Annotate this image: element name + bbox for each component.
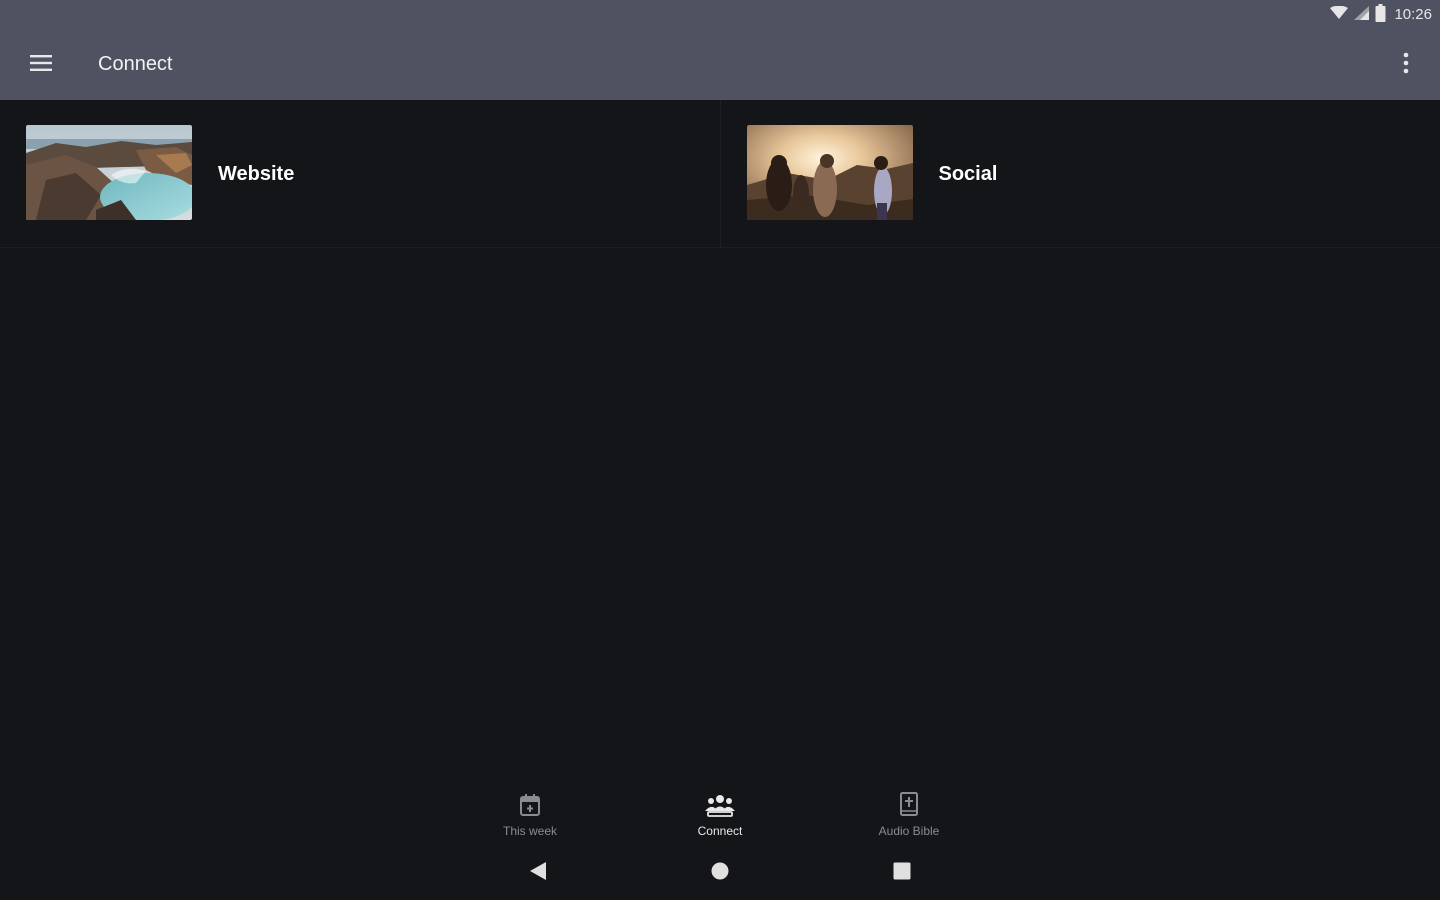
- home-circle-icon: [710, 861, 730, 886]
- status-bar: 10:26: [0, 0, 1440, 30]
- people-group-icon: [705, 790, 735, 820]
- back-button[interactable]: [520, 858, 556, 888]
- top-bar: 10:26 Connect: [0, 0, 1440, 100]
- calendar-icon: [515, 790, 545, 820]
- bottom-navigation: This week Connect Audio Bible: [0, 780, 1440, 850]
- app-bar: Connect: [0, 30, 1440, 100]
- nav-this-week-label: This week: [502, 824, 558, 838]
- home-button[interactable]: [702, 858, 738, 888]
- status-time: 10:26: [1394, 6, 1432, 23]
- menu-button[interactable]: [18, 42, 64, 88]
- hamburger-menu-icon: [30, 54, 52, 77]
- social-thumbnail: [746, 125, 913, 220]
- system-navigation-bar: [0, 850, 1440, 900]
- page-title: Connect: [98, 53, 173, 75]
- battery-icon: [1375, 3, 1386, 27]
- nav-connect-label: Connect: [697, 824, 743, 838]
- nav-audio-bible-label: Audio Bible: [878, 824, 940, 838]
- recents-button[interactable]: [884, 858, 920, 888]
- back-triangle-icon: [529, 861, 547, 886]
- wifi-icon: [1330, 5, 1349, 25]
- website-label: Website: [218, 163, 295, 185]
- bible-icon: [894, 790, 924, 820]
- website-thumbnail: [26, 125, 192, 220]
- social-label: Social: [938, 163, 998, 185]
- status-icons: 10:26: [1330, 3, 1432, 27]
- social-card[interactable]: Social: [720, 100, 1440, 248]
- more-vert-icon: [1403, 52, 1409, 79]
- more-options-button[interactable]: [1388, 42, 1424, 88]
- signal-icon: [1354, 5, 1370, 25]
- nav-this-week[interactable]: This week: [470, 790, 590, 845]
- website-card[interactable]: Website: [0, 100, 721, 248]
- screen: 10:26 Connect Website Social This week C…: [0, 0, 1440, 900]
- recents-square-icon: [892, 861, 912, 886]
- content-list: Website Social: [0, 100, 1440, 248]
- nav-audio-bible[interactable]: Audio Bible: [849, 790, 969, 845]
- nav-connect[interactable]: Connect: [660, 790, 780, 845]
